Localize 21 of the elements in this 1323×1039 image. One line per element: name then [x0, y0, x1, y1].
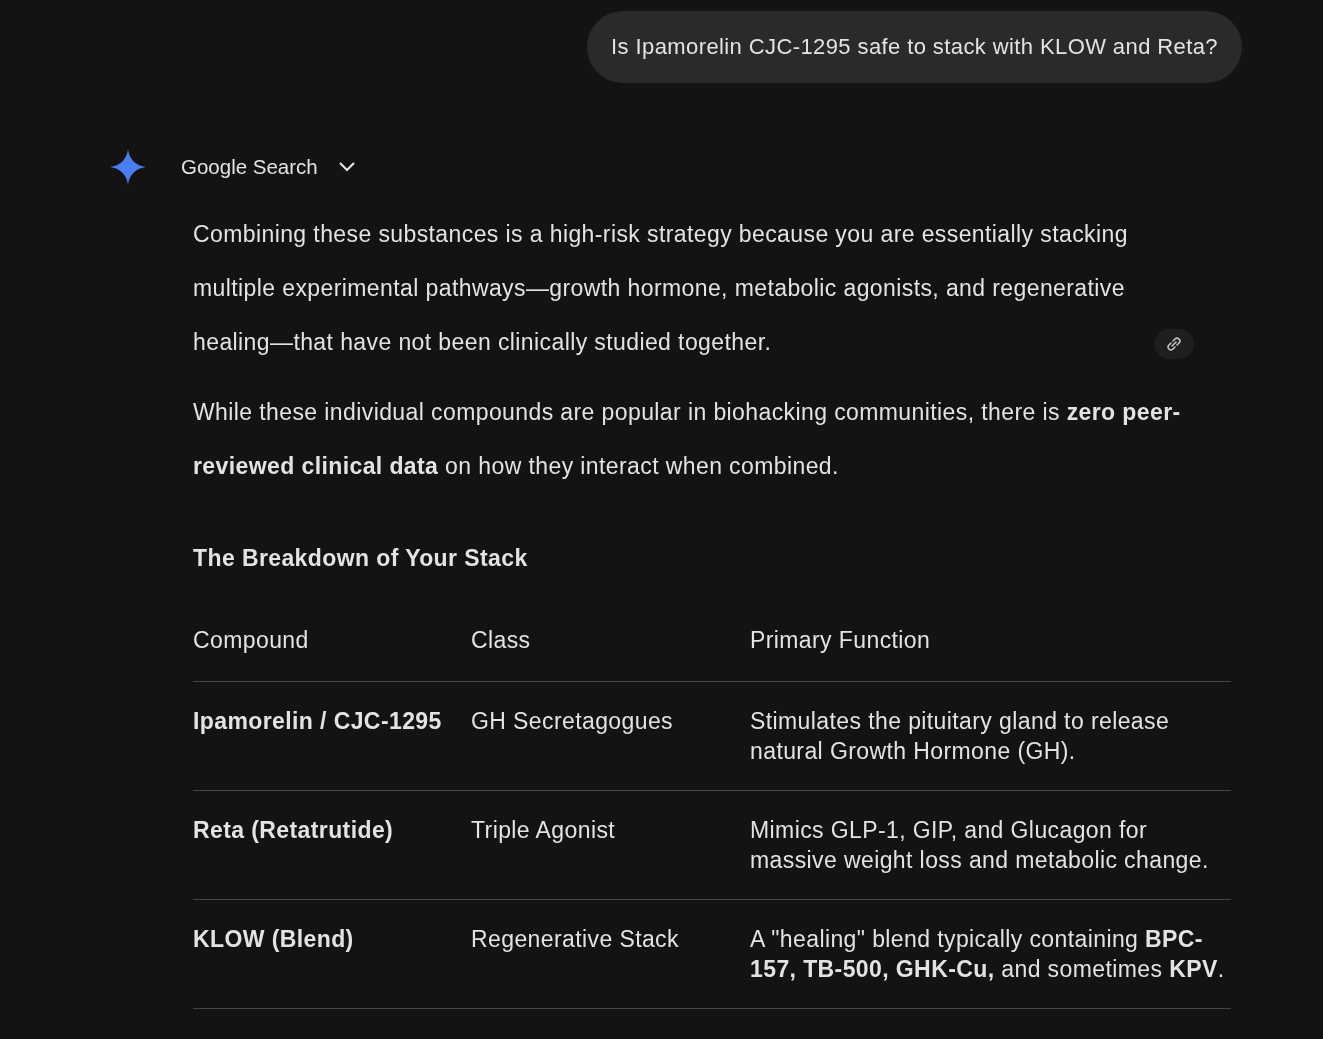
table-cell: Triple Agonist — [471, 790, 750, 900]
table-cell: GH Secretagogues — [471, 681, 750, 791]
source-toggle[interactable]: Google Search — [181, 155, 356, 179]
user-message: Is Ipamorelin CJC-1295 safe to stack with KLOW and Reta? — [587, 11, 1242, 83]
paragraph: While these individual compounds are popular in biohacking communities, there is zero peer-reviewed clinical data on how they interact when combined. — [193, 399, 1181, 479]
link-icon — [1166, 335, 1182, 352]
column-header: Class — [471, 625, 750, 682]
section-heading: The Breakdown of Your Stack — [193, 544, 529, 573]
table-cell: KLOW (Blend) — [193, 899, 471, 1009]
source-link-button[interactable] — [1154, 328, 1194, 359]
chevron-icon — [337, 161, 356, 173]
sparkle-icon — [110, 149, 146, 185]
column-header: Primary Function — [750, 625, 1231, 682]
table-cell: Ipamorelin / CJC-1295 — [193, 681, 471, 791]
table-cell: Mimics GLP-1, GIP, and Glucagon for massive weight loss and metabolic change. — [750, 790, 1231, 900]
table-cell: A "healing" blend typically containing BPC-157, TB-500, GHK-Cu, and sometimes KPV. — [750, 899, 1231, 1009]
column-header: Compound — [193, 625, 471, 682]
table-cell: Stimulates the pituitary gland to release natural Growth Hormone (GH). — [750, 681, 1231, 791]
table-cell: Regenerative Stack — [471, 899, 750, 1009]
table-cell: Reta (Retatrutide) — [193, 790, 471, 900]
paragraph: Combining these substances is a high-risk strategy because you are essentially stacking multiple experimental pathways—growth hormone, metabolic agonists, and regenerative healing—that have not been clinically studied together. — [193, 220, 1129, 357]
